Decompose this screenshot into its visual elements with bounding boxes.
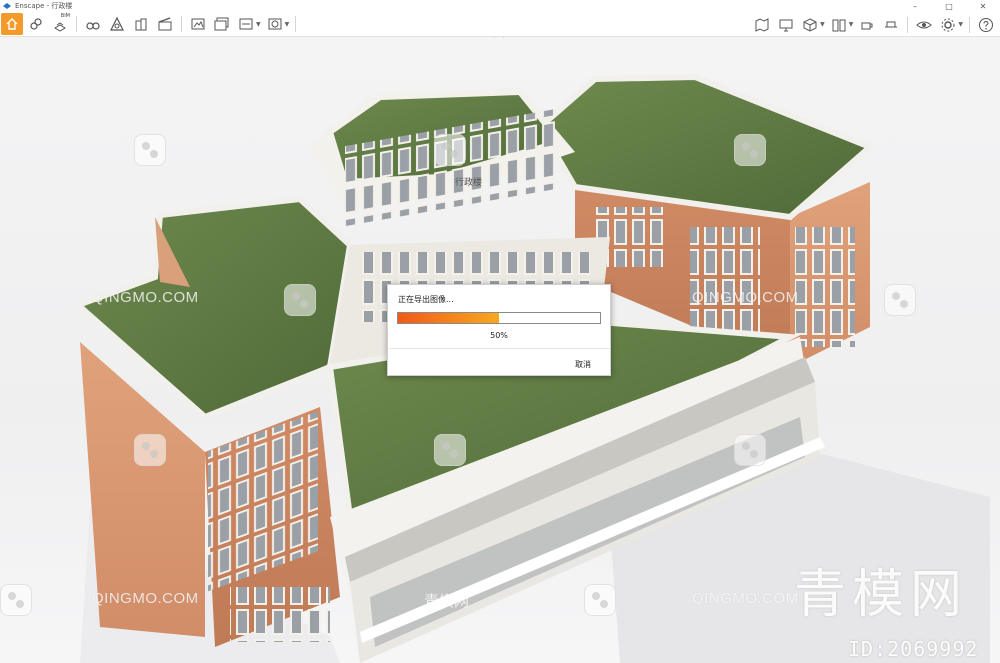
- watermark-logo: [734, 134, 766, 166]
- toolbar-separator: [181, 16, 182, 32]
- export-web-icon: [268, 18, 282, 30]
- export-exe-button[interactable]: [235, 13, 257, 35]
- window-title: Enscape - 行政楼: [15, 2, 73, 10]
- export-progress-dialog: 正在导出图像... 50% 取消: [387, 284, 611, 376]
- batch-render-button[interactable]: [211, 13, 233, 35]
- batch-render-icon: [214, 17, 229, 31]
- cancel-button[interactable]: 取消: [575, 359, 591, 370]
- watermark-logo: [134, 434, 166, 466]
- binoculars-icon: [86, 22, 100, 30]
- toolbar-separator: [907, 16, 909, 33]
- buildings-button[interactable]: [130, 13, 152, 35]
- help-icon: [979, 17, 993, 32]
- watermark-logo: [284, 284, 316, 316]
- brand-watermark: 青模网: [794, 565, 969, 625]
- export-web-button[interactable]: [264, 13, 286, 35]
- coffee-button[interactable]: [856, 14, 878, 36]
- dialog-title: 正在导出图像...: [398, 295, 454, 304]
- watermark-logo: [434, 134, 466, 166]
- buildings-icon: [135, 18, 147, 31]
- window-controls: – □ ✕: [898, 0, 1000, 12]
- hat-button[interactable]: [880, 14, 902, 36]
- progress-bar: [397, 312, 601, 324]
- cube-icon: [803, 17, 817, 32]
- bim-tag: BIM: [60, 13, 70, 19]
- watermark-logo: [884, 284, 916, 316]
- bim-button[interactable]: BIM: [49, 13, 71, 35]
- toolbar-separator: [295, 16, 297, 32]
- progress-percent: 50%: [490, 331, 508, 340]
- export-exe-icon: [239, 18, 253, 30]
- watermark-logo: [0, 584, 32, 616]
- watermark-text: QINGMO.COM: [692, 590, 799, 607]
- watermark-logo: [734, 434, 766, 466]
- minimize-button[interactable]: –: [898, 0, 932, 12]
- map-button[interactable]: [751, 14, 773, 36]
- video-editor-button[interactable]: [154, 13, 176, 35]
- link-icon: [30, 18, 42, 30]
- screenshot-button[interactable]: [187, 13, 209, 35]
- watermark-text-cn: 青模网: [424, 592, 470, 610]
- link-button[interactable]: [25, 13, 47, 35]
- toolbar-separator: [969, 16, 970, 33]
- monitor-icon: [779, 19, 793, 31]
- toolbar-separator: [76, 16, 77, 32]
- map-icon: [755, 17, 769, 32]
- monitor-button[interactable]: [775, 14, 797, 36]
- help-button[interactable]: [975, 14, 997, 36]
- home-icon: [6, 18, 18, 30]
- watermark-logo: [134, 134, 166, 166]
- main-toolbar: BIM ▼ ▼ ▼ ▼ ▼: [0, 12, 1000, 37]
- toolbar-right-group: ▼ ▼ ▼: [750, 12, 998, 37]
- coffee-cup-icon: [861, 22, 873, 29]
- home-button[interactable]: [1, 13, 23, 35]
- chevron-down-icon[interactable]: ▼: [958, 21, 963, 28]
- binoculars-button[interactable]: [82, 13, 104, 35]
- maximize-button[interactable]: □: [932, 0, 966, 12]
- asset-library-button[interactable]: [106, 13, 128, 35]
- screenshot-icon: [191, 18, 205, 30]
- title-bar: Enscape - 行政楼 – □ ✕: [0, 0, 1000, 12]
- watermark-text: QINGMO.COM: [92, 590, 199, 607]
- enscape-logo-icon: [3, 3, 11, 9]
- cube-button[interactable]: [799, 14, 821, 36]
- watermark-logo: [434, 434, 466, 466]
- dialog-divider: [388, 348, 610, 349]
- model-id-watermark: ID:2069992: [848, 637, 979, 661]
- book-icon: [832, 19, 846, 31]
- eye-icon: [916, 21, 933, 28]
- watermark-text: QINGMO.COM: [692, 289, 799, 306]
- watermark-text: QINGMO.COM: [92, 289, 199, 306]
- clapperboard-icon: [158, 17, 172, 31]
- settings-button[interactable]: [937, 14, 959, 36]
- settings-icon: [941, 18, 955, 31]
- hat-icon: [885, 21, 898, 27]
- close-button[interactable]: ✕: [966, 0, 1000, 12]
- eye-button[interactable]: [913, 14, 935, 36]
- book-button[interactable]: [828, 14, 850, 36]
- watermark-logo: [584, 584, 616, 616]
- building-sign: 行政楼: [455, 176, 482, 188]
- asset-library-icon: [110, 16, 124, 31]
- progress-bar-fill: [398, 313, 499, 323]
